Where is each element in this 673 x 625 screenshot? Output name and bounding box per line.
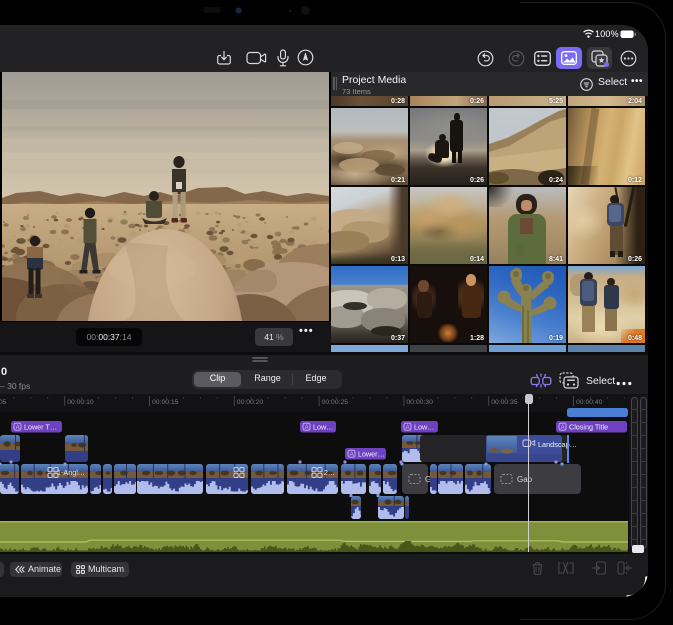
svg-text:A: A: [305, 425, 309, 431]
svg-text:00:00:35: 00:00:35: [491, 399, 518, 406]
svg-text:A: A: [16, 425, 20, 431]
svg-text:05: 05: [0, 399, 7, 406]
svg-text:Landscap…: Landscap…: [538, 440, 577, 449]
svg-text:Gap: Gap: [517, 475, 533, 484]
svg-text:00:00:40: 00:00:40: [576, 399, 603, 406]
svg-text:00:00:20: 00:00:20: [237, 399, 264, 406]
svg-text:Low…: Low…: [313, 422, 333, 431]
svg-text:2…: 2…: [324, 468, 335, 477]
svg-text:Lower T…: Lower T…: [24, 422, 57, 431]
svg-text:00:00:10: 00:00:10: [67, 399, 94, 406]
svg-text:A: A: [561, 425, 565, 431]
svg-text:A: A: [406, 425, 410, 431]
svg-text:1-Angl…: 1-Angl…: [57, 468, 85, 477]
svg-text:Closing Title: Closing Title: [569, 422, 608, 431]
svg-text:00:00:30: 00:00:30: [406, 399, 433, 406]
svg-text:00:00:15: 00:00:15: [152, 399, 179, 406]
svg-text:Low…: Low…: [414, 422, 434, 431]
svg-text:A: A: [350, 452, 354, 458]
svg-text:00:00:25: 00:00:25: [322, 399, 349, 406]
svg-text:Lower…: Lower…: [358, 449, 385, 458]
